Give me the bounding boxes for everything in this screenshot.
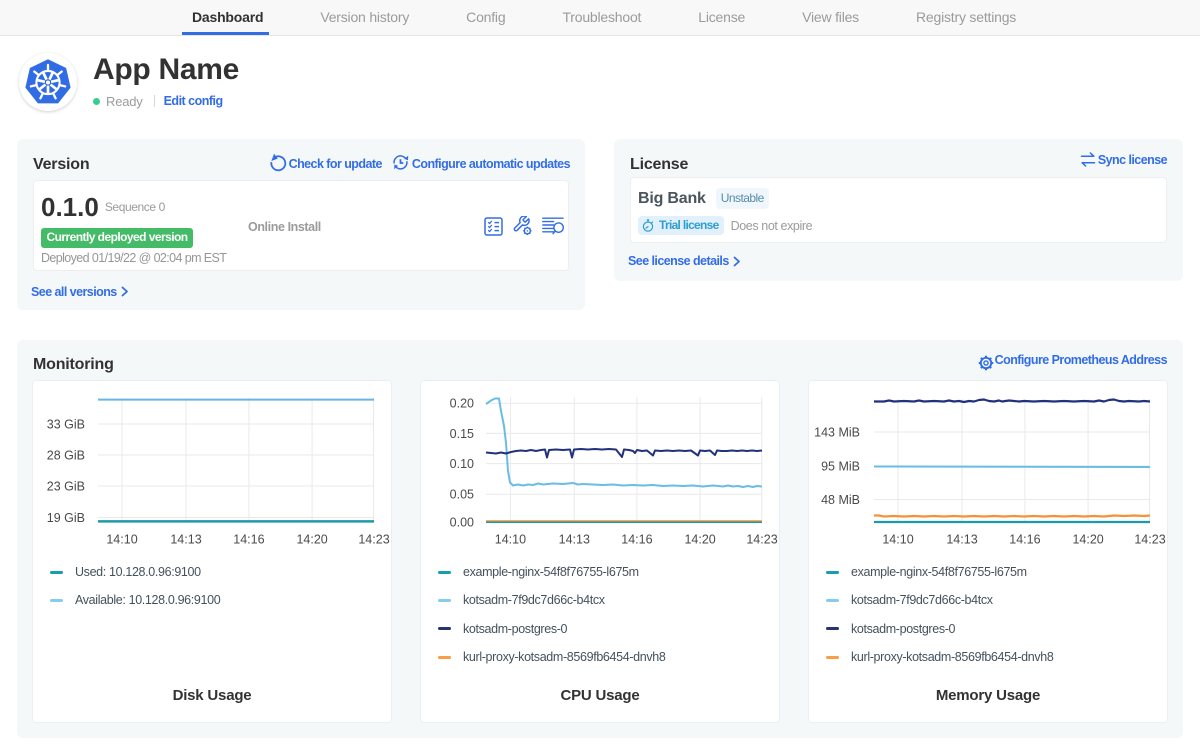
svg-text:0.10: 0.10 xyxy=(450,457,474,471)
svg-text:33 GiB: 33 GiB xyxy=(47,418,85,432)
svg-text:14:10: 14:10 xyxy=(495,533,526,547)
svg-text:14:20: 14:20 xyxy=(684,533,715,547)
svg-text:14:13: 14:13 xyxy=(559,533,590,547)
svg-text:28 GiB: 28 GiB xyxy=(47,449,85,463)
svg-text:14:23: 14:23 xyxy=(358,533,389,547)
svg-text:14:13: 14:13 xyxy=(946,533,977,547)
svg-text:0.20: 0.20 xyxy=(450,397,474,411)
svg-text:14:10: 14:10 xyxy=(882,533,913,547)
svg-text:14:16: 14:16 xyxy=(621,533,652,547)
svg-text:14:23: 14:23 xyxy=(746,533,777,547)
svg-text:14:16: 14:16 xyxy=(1009,533,1040,547)
svg-text:0.00: 0.00 xyxy=(450,516,474,530)
svg-text:48 MiB: 48 MiB xyxy=(821,493,860,507)
svg-text:14:10: 14:10 xyxy=(106,533,137,547)
svg-text:0.15: 0.15 xyxy=(450,427,474,441)
svg-text:14:16: 14:16 xyxy=(233,533,264,547)
svg-text:14:20: 14:20 xyxy=(296,533,327,547)
svg-text:14:23: 14:23 xyxy=(1134,533,1165,547)
svg-text:23 GiB: 23 GiB xyxy=(47,480,85,494)
svg-text:14:13: 14:13 xyxy=(170,533,201,547)
svg-text:95 MiB: 95 MiB xyxy=(821,460,860,474)
svg-text:0.05: 0.05 xyxy=(450,488,474,502)
svg-text:14:20: 14:20 xyxy=(1072,533,1103,547)
svg-text:19 GiB: 19 GiB xyxy=(47,511,85,525)
svg-text:143 MiB: 143 MiB xyxy=(814,426,860,440)
